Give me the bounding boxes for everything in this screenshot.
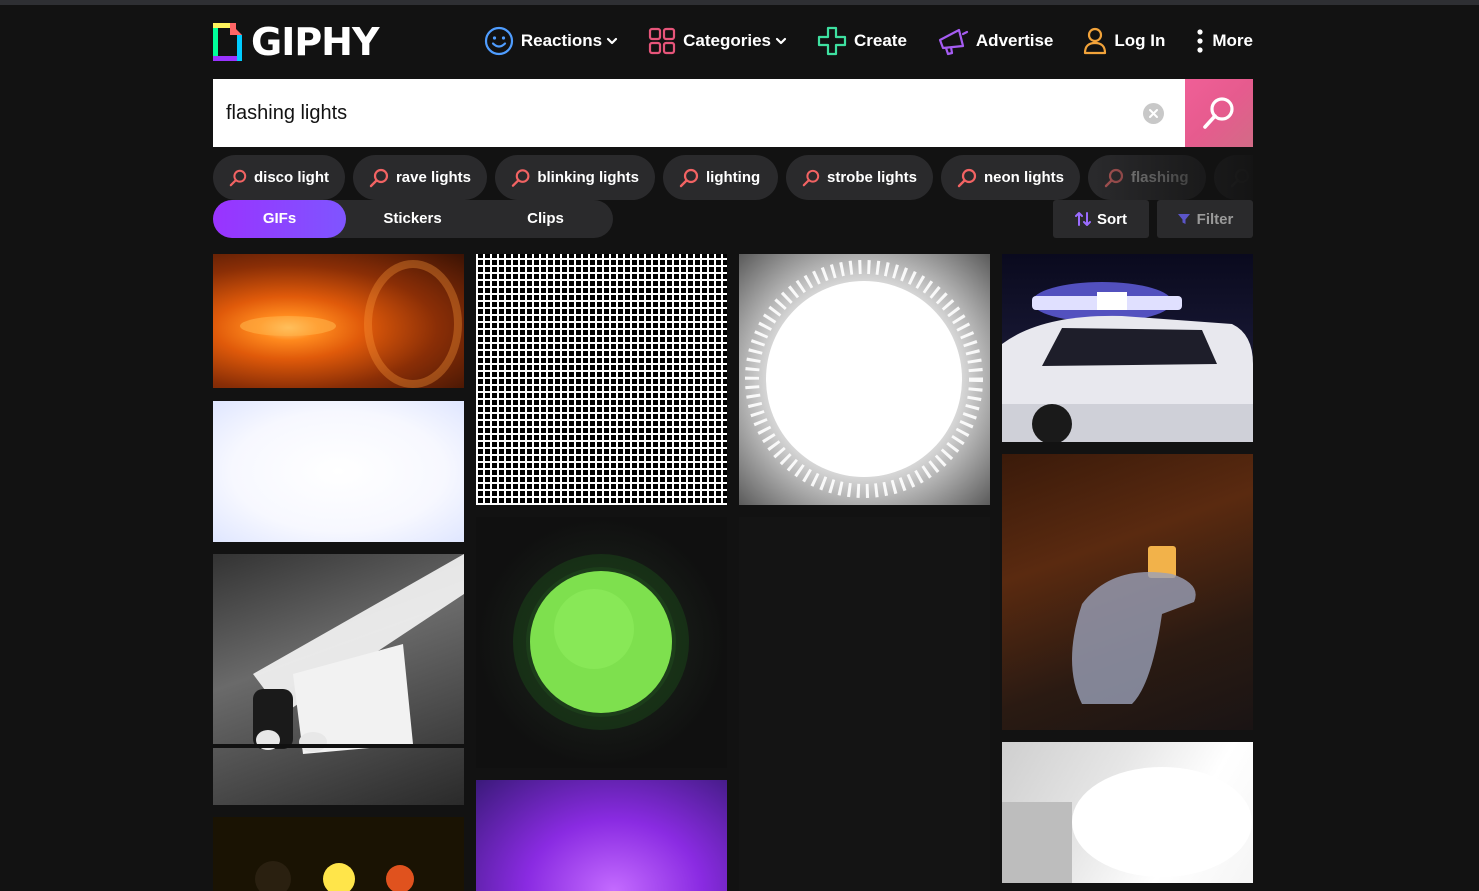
search-icon	[802, 169, 820, 186]
gif-result-purple-haze[interactable]	[476, 780, 727, 891]
gif-result-dark-loading[interactable]	[739, 517, 990, 891]
nav-advertise-label: Advertise	[975, 31, 1054, 50]
nav-more[interactable]: More	[1195, 28, 1253, 54]
search-icon	[679, 168, 699, 187]
gif-result-police-car[interactable]	[1002, 254, 1253, 442]
smiley-icon	[484, 26, 513, 56]
grid-icon	[649, 27, 676, 55]
suggestion-pill[interactable]: neon lights	[941, 155, 1080, 200]
suggestion-pill[interactable]: strobe lights	[786, 155, 933, 200]
search-input[interactable]	[226, 79, 1126, 147]
nav-create-label: Create	[853, 31, 907, 50]
search-bar	[213, 79, 1253, 147]
gif-thumbnail-art	[240, 260, 462, 388]
suggestion-label: lighting	[706, 169, 761, 186]
suggestion-pill[interactable]: rave lights	[353, 155, 487, 200]
sort-label: Sort	[1097, 210, 1127, 228]
search-icon	[229, 169, 247, 186]
nav-advertise[interactable]: Advertise	[937, 26, 1053, 56]
gif-thumbnail-art	[513, 554, 689, 730]
browser-top-edge	[0, 0, 1479, 5]
tab-gifs[interactable]: GIFs	[213, 200, 346, 238]
clear-search-button[interactable]	[1143, 103, 1164, 124]
giphy-logo-icon	[213, 23, 242, 61]
nav-create[interactable]: Create	[817, 26, 907, 56]
gif-thumbnail-art	[745, 260, 983, 498]
filter-button[interactable]: Filter	[1157, 200, 1253, 238]
tab-stickers[interactable]: Stickers	[346, 200, 479, 238]
suggestion-label: strobe lights	[826, 169, 917, 186]
suggestion-label: disco light	[254, 169, 329, 186]
gif-result-dog-light[interactable]	[1002, 454, 1253, 730]
nav-reactions-label: Reactions	[520, 31, 603, 50]
gif-result-grid-pattern[interactable]	[476, 254, 727, 505]
related-searches: disco light rave lights blinking lights …	[213, 155, 1253, 200]
logo-wordmark: GIPHY	[251, 20, 379, 64]
gif-thumbnail-art	[255, 861, 414, 891]
search-icon	[511, 168, 530, 187]
gif-thumbnail-art	[1002, 767, 1252, 883]
search-icon	[1104, 168, 1124, 187]
user-icon	[1084, 27, 1107, 55]
nav-login[interactable]: Log In	[1083, 27, 1165, 55]
close-icon	[1149, 109, 1158, 118]
media-type-tabs: GIFs Stickers Clips	[213, 200, 613, 238]
suggestion-label: flashing	[1131, 169, 1189, 186]
gif-result-bw-cat[interactable]	[213, 554, 464, 805]
suggestion-pill[interactable]: disco light	[213, 155, 345, 200]
gif-thumbnail-art	[1002, 282, 1253, 442]
search-icon	[369, 168, 389, 187]
nav-login-label: Log In	[1114, 31, 1166, 50]
search-icon	[1230, 168, 1250, 187]
gif-thumbnail-art	[1072, 546, 1196, 704]
chevron-down-icon	[607, 37, 618, 45]
megaphone-icon	[938, 28, 969, 56]
suggestion-pill[interactable]: lighting	[663, 155, 778, 200]
plus-icon	[817, 26, 847, 56]
gif-result-white-burst[interactable]	[739, 254, 990, 505]
gif-result-yellow-lights[interactable]	[213, 817, 464, 891]
sort-arrows-icon	[1075, 212, 1091, 226]
nav-more-label: More	[1212, 31, 1253, 50]
site-header: GIPHY Reactions Categories Create Advert…	[213, 18, 1253, 66]
search-button[interactable]	[1185, 79, 1253, 147]
gif-result-white-flash[interactable]	[213, 401, 464, 542]
suggestion-label: rave lights	[395, 169, 471, 186]
sort-button[interactable]: Sort	[1053, 200, 1149, 238]
nav-categories-label: Categories	[683, 31, 771, 50]
filter-label: Filter	[1196, 210, 1234, 228]
nav-reactions[interactable]: Reactions	[484, 26, 618, 56]
main-nav: Reactions Categories Create Advertise Lo…	[454, 26, 1253, 56]
suggestion-pill[interactable]: flashing	[1088, 155, 1206, 200]
filter-icon	[1177, 214, 1190, 224]
suggestion-label: neon lights	[984, 169, 1064, 186]
gif-result-orange-lamp[interactable]	[213, 254, 464, 388]
suggestion-pill[interactable]: blinking lights	[495, 155, 655, 200]
more-vertical-icon	[1197, 29, 1203, 53]
gif-result-white-smoke[interactable]	[1002, 742, 1253, 883]
tab-clips[interactable]: Clips	[479, 200, 612, 238]
nav-categories[interactable]: Categories	[648, 27, 787, 55]
suggestion-pill-partial[interactable]	[1214, 155, 1253, 200]
search-icon	[1203, 97, 1234, 129]
suggestion-label: blinking lights	[537, 169, 639, 186]
gif-result-green-light[interactable]	[476, 517, 727, 768]
chevron-down-icon	[775, 37, 787, 45]
search-icon	[957, 168, 977, 187]
gif-thumbnail-art	[213, 554, 464, 754]
giphy-logo[interactable]: GIPHY	[213, 22, 379, 62]
